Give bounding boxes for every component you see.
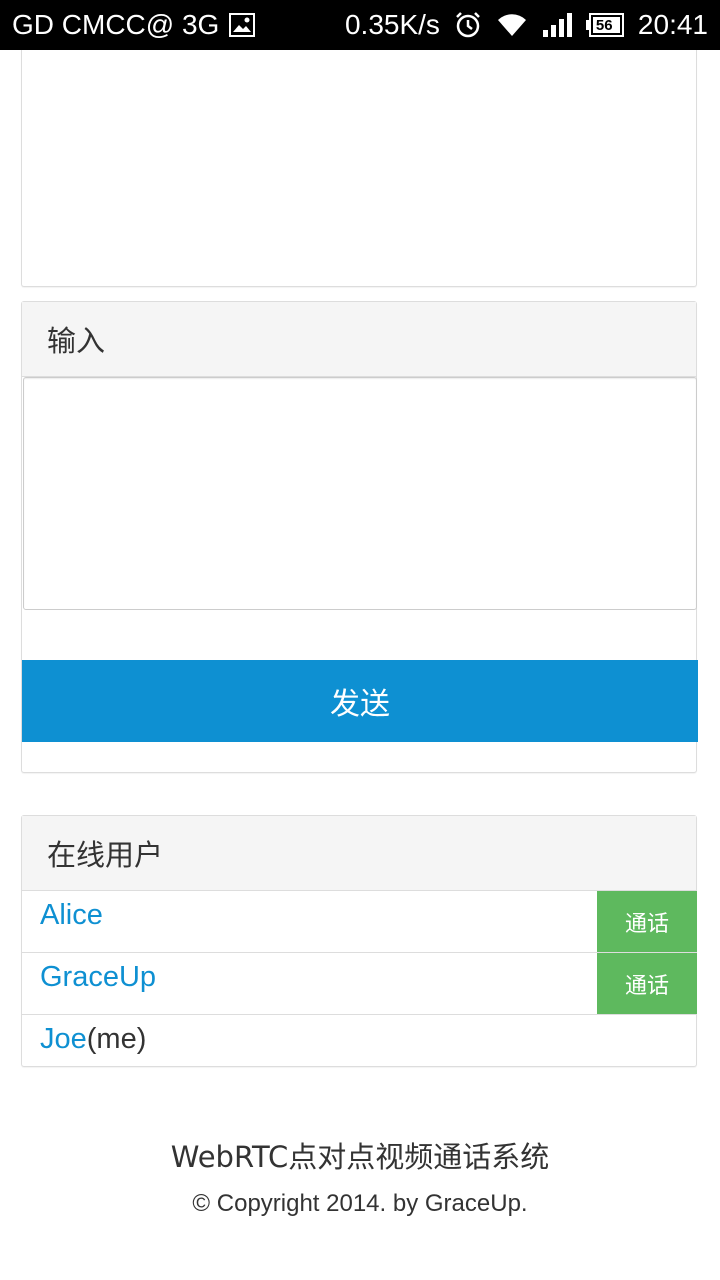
battery-icon: 56	[585, 13, 624, 37]
status-bar-right: 0.35K/s 56 20:41	[345, 9, 720, 41]
message-display-panel[interactable]	[21, 40, 697, 287]
user-link-alice[interactable]: Alice	[40, 899, 103, 932]
user-link-graceup[interactable]: GraceUp	[40, 961, 156, 994]
me-suffix: (me)	[86, 1023, 147, 1055]
list-item: Joe(me)	[22, 1015, 696, 1077]
footer-title: WebRTC点对点视频通话系统	[170, 1140, 550, 1174]
online-users-panel: 在线用户 Alice 通话 GraceUp 通话 Joe(me)	[21, 815, 697, 1067]
call-button-alice[interactable]: 通话	[597, 891, 697, 952]
current-user: Joe(me)	[40, 1023, 146, 1056]
image-icon	[229, 13, 256, 37]
status-bar-left: GD CMCC@ 3G	[0, 9, 256, 41]
footer-copyright: © Copyright 2014. by GraceUp.	[192, 1190, 528, 1217]
call-button-graceup[interactable]: 通话	[597, 953, 697, 1014]
carrier-label: GD CMCC@ 3G	[12, 9, 220, 40]
list-item: GraceUp 通话	[22, 953, 697, 1015]
battery-level: 56	[595, 16, 613, 34]
user-list: Alice 通话 GraceUp 通话 Joe(me)	[22, 891, 697, 1077]
input-panel: 输入 发送	[21, 301, 698, 773]
user-link-joe[interactable]: Joe	[40, 1023, 87, 1055]
wifi-icon	[496, 12, 528, 38]
clock: 20:41	[637, 9, 708, 40]
list-item: Alice 通话	[22, 891, 697, 953]
alarm-icon	[454, 11, 482, 39]
message-input[interactable]	[23, 377, 697, 610]
send-button[interactable]: 发送	[22, 660, 698, 742]
input-panel-heading: 输入	[22, 302, 696, 377]
signal-icon	[542, 12, 572, 38]
network-speed: 0.35K/s	[344, 9, 440, 40]
online-users-heading: 在线用户	[22, 816, 696, 891]
status-bar: GD CMCC@ 3G 0.35K/s 56 20:41	[0, 0, 720, 50]
